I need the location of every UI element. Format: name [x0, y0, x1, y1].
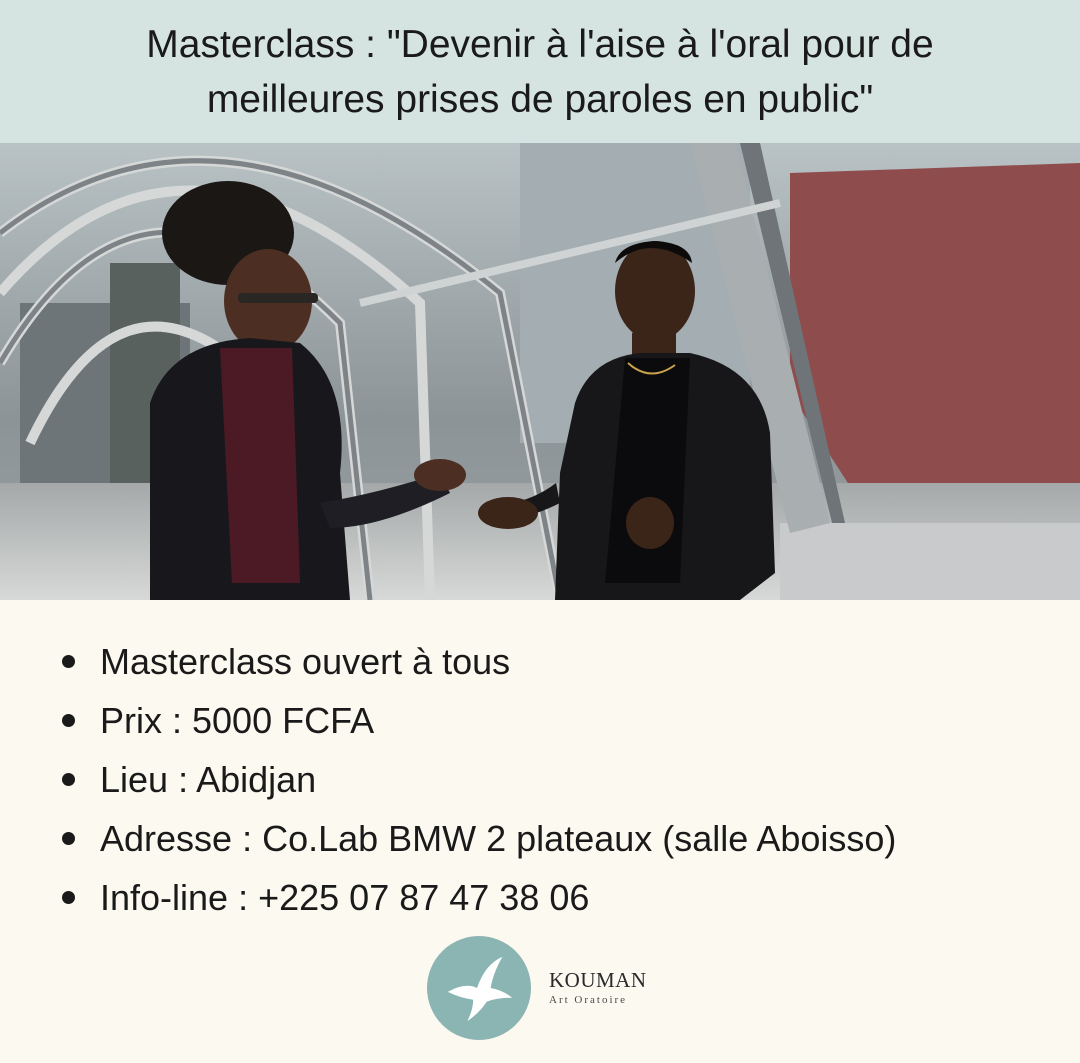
- detail-address: Adresse : Co.Lab BMW 2 plateaux (salle A…: [100, 818, 897, 859]
- bullet-icon: [62, 773, 75, 786]
- bullet-icon: [62, 714, 75, 727]
- bullet-icon: [62, 891, 75, 904]
- list-item: Info-line : +225 07 87 47 38 06: [62, 868, 896, 927]
- list-item: Adresse : Co.Lab BMW 2 plateaux (salle A…: [62, 809, 896, 868]
- bullet-icon: [62, 655, 75, 668]
- bird-icon: [427, 936, 531, 1040]
- detail-location: Lieu : Abidjan: [100, 759, 317, 800]
- detail-infoline: Info-line : +225 07 87 47 38 06: [100, 877, 590, 918]
- detail-audience: Masterclass ouvert à tous: [100, 641, 511, 682]
- kouman-logo: KOUMAN Art Oratoire: [427, 936, 647, 1040]
- list-item: Prix : 5000 FCFA: [62, 691, 896, 750]
- brand-tagline: Art Oratoire: [549, 994, 628, 1006]
- title-banner: Masterclass : "Devenir à l'aise à l'oral…: [0, 0, 1080, 143]
- page-title: Masterclass : "Devenir à l'aise à l'oral…: [146, 22, 934, 121]
- detail-price: Prix : 5000 FCFA: [100, 700, 375, 741]
- list-item: Masterclass ouvert à tous: [62, 632, 896, 691]
- event-details-list: Masterclass ouvert à tous Prix : 5000 FC…: [62, 632, 896, 927]
- brand-name: KOUMAN: [549, 968, 647, 992]
- bullet-icon: [62, 832, 75, 845]
- list-item: Lieu : Abidjan: [62, 750, 896, 809]
- hero-photo: [0, 143, 1080, 600]
